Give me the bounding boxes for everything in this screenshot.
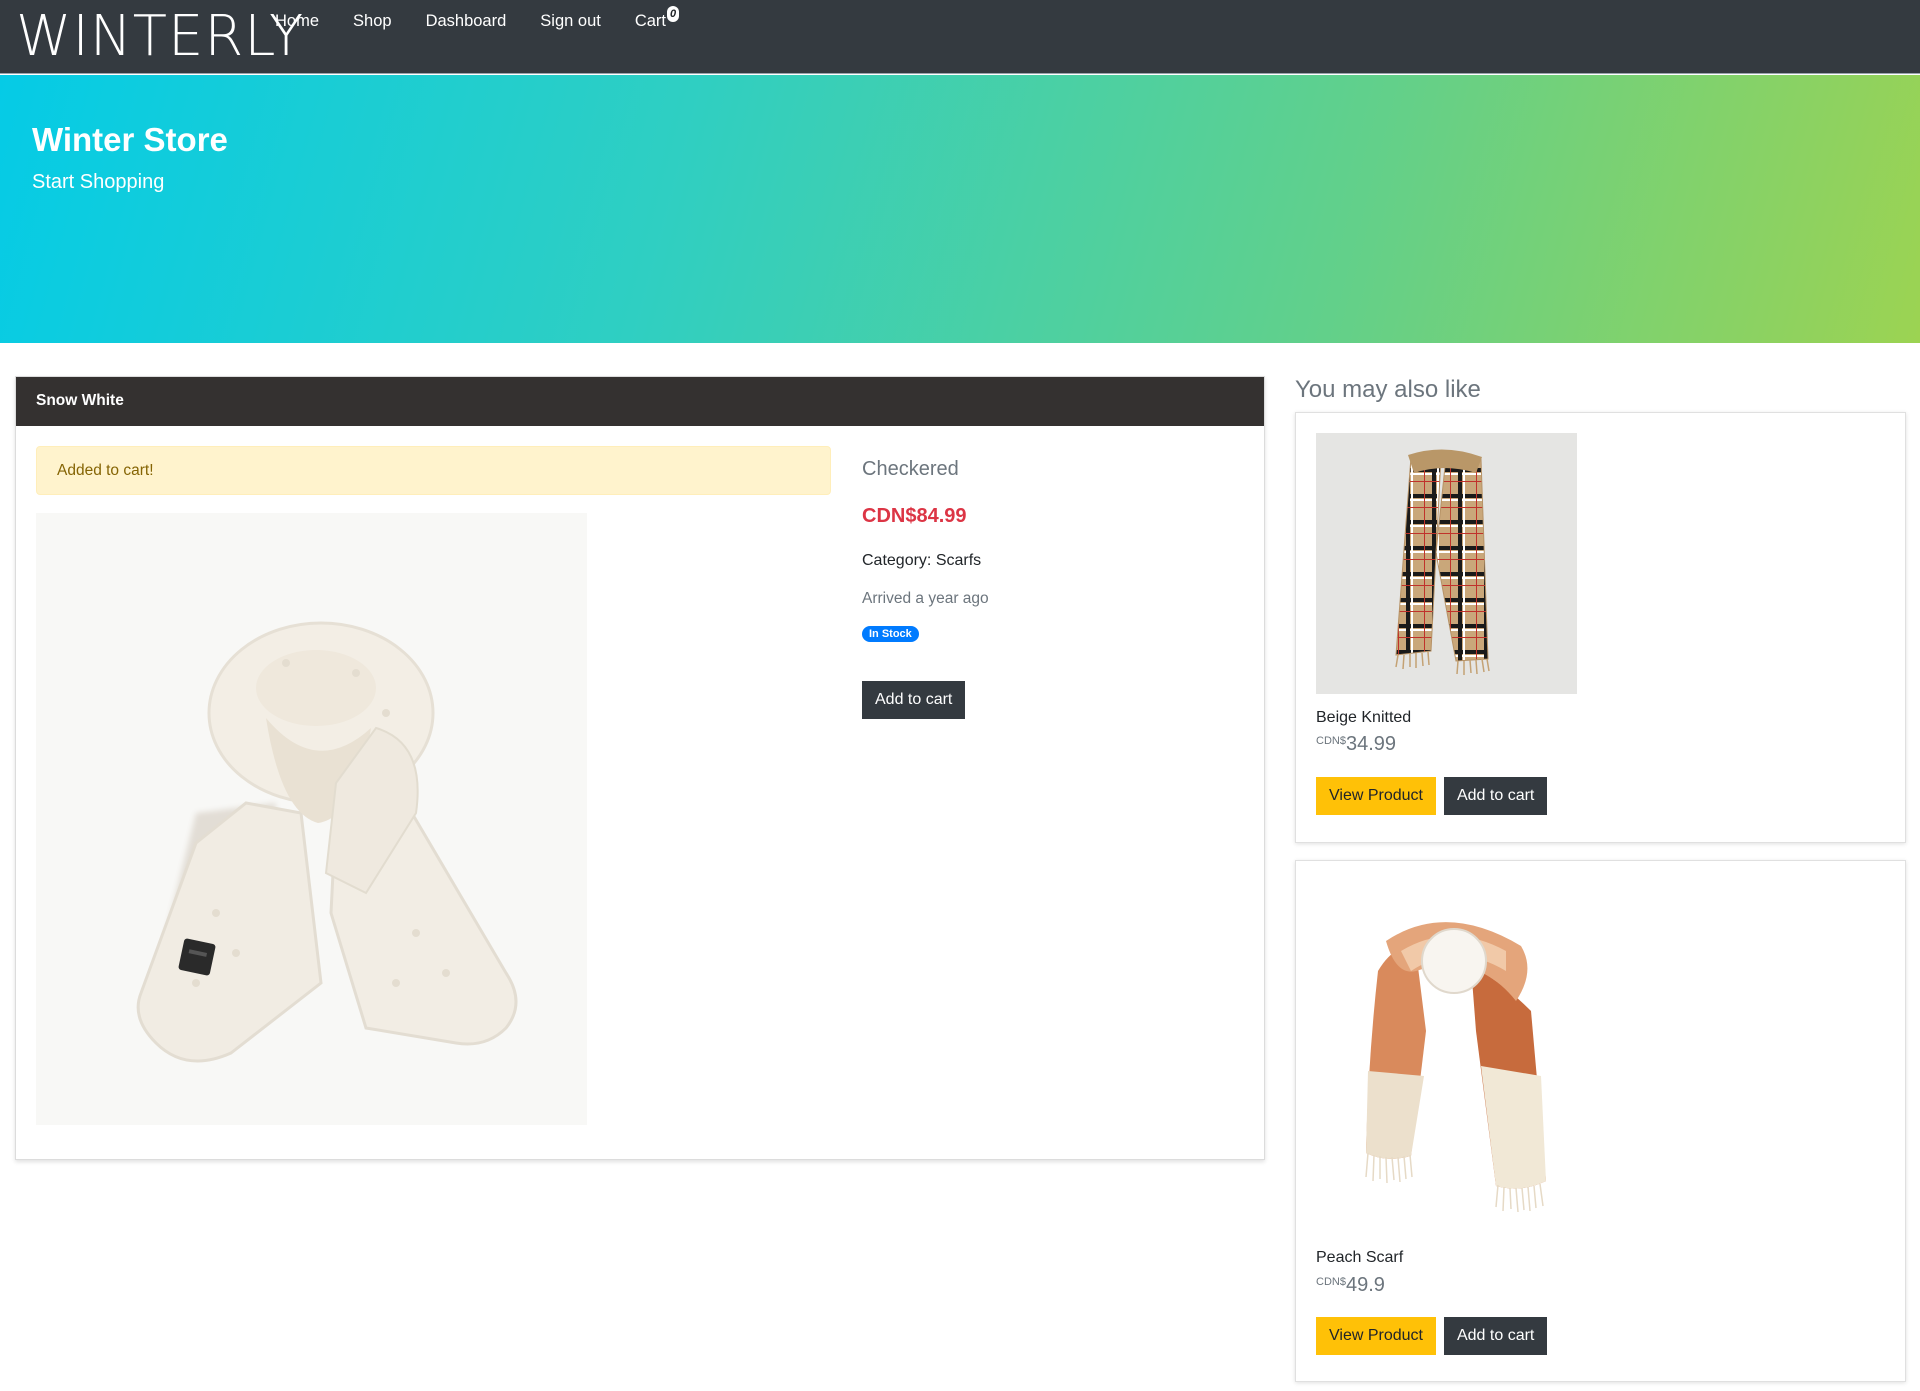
top-navbar: WINTERLY Home Shop Dashboard Sign out Ca… [0,0,1920,74]
product-price: CDN$84.99 [862,505,967,527]
in-stock-badge: In Stock [862,626,919,642]
recommendation-price: CDN$34.99 [1316,733,1396,756]
nav-home[interactable]: Home [275,10,319,32]
recommendation-card: Peach Scarf CDN$49.9 View Product Add to… [1295,860,1906,1382]
product-image [36,513,587,1125]
recommendation-name: Peach Scarf [1316,1249,1404,1266]
recommendation-price: CDN$49.9 [1316,1274,1385,1297]
recommendation-actions: View Product Add to cart [1316,1317,1548,1355]
view-product-button[interactable]: View Product [1316,777,1436,815]
nav-cart-label: Cart [634,12,667,30]
recommendation-amount: 34.99 [1345,733,1397,755]
peach-block-scarf-icon [1365,922,1546,1213]
product-card-header: Snow White [16,377,1264,426]
nav-sign-out[interactable]: Sign out [540,10,601,32]
cart-count-badge: 0 [667,6,680,22]
hero-title: Winter Store [32,121,228,158]
add-to-cart-button[interactable]: Add to cart [1443,777,1548,815]
hero-subtitle: Start Shopping [32,171,165,193]
nav-dashboard[interactable]: Dashboard [426,10,507,32]
recommendation-name: Beige Knitted [1316,709,1412,726]
add-to-cart-button[interactable]: Add to cart [862,681,966,719]
product-card: Snow White Added to cart! Checkered CDN$… [15,376,1265,1160]
product-arrived: Arrived a year ago [862,590,989,607]
beige-check-scarf-icon [1395,449,1490,675]
add-to-cart-button[interactable]: Add to cart [1443,1317,1548,1355]
nav-cart[interactable]: Cart 0 [634,6,680,32]
view-product-button[interactable]: View Product [1316,1317,1436,1355]
recommendations-title: You may also like [1295,376,1481,403]
nav-shop[interactable]: Shop [353,10,392,32]
added-to-cart-alert: Added to cart! [36,446,831,495]
recommendation-card: Beige Knitted CDN$34.99 View Product Add… [1295,412,1906,843]
brand-logo[interactable]: WINTERLY [16,5,304,69]
product-details: Checkered CDN$84.99 Category: Scarfs Arr… [862,458,989,642]
hero-banner: Winter Store Start Shopping [0,75,1920,343]
white-fleece-scarf-icon [136,621,518,1063]
recommendation-image[interactable] [1316,433,1577,694]
recommendation-image[interactable] [1316,881,1577,1233]
recommendation-actions: View Product Add to cart [1316,777,1548,815]
product-category: Category: Scarfs [862,552,982,569]
product-name: Checkered [862,458,959,480]
recommendation-currency: CDN$ [1316,1276,1346,1288]
recommendation-amount: 49.9 [1345,1274,1385,1296]
recommendation-currency: CDN$ [1316,735,1346,747]
nav-links: Home Shop Dashboard Sign out Cart 0 [275,6,700,32]
